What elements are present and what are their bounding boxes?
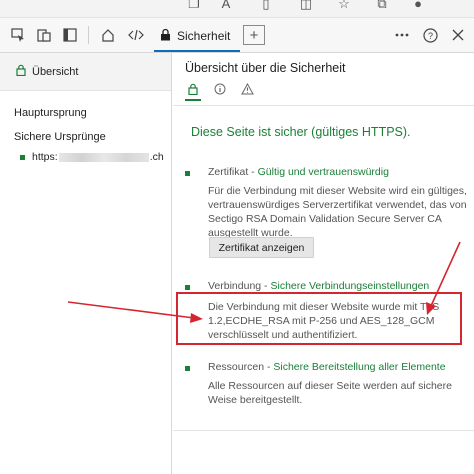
lock-status-icon[interactable] xyxy=(185,83,201,101)
inspect-icon[interactable] xyxy=(8,25,28,45)
help-icon[interactable]: ? xyxy=(420,25,440,45)
main-origin-heading: Hauptursprung xyxy=(14,107,87,119)
devtools-window: ❐ À ▯ ◫ ☆ ⧉ ● Sicherheit + ? Übersicht … xyxy=(0,0,474,474)
close-icon[interactable] xyxy=(448,25,468,45)
secure-origins-heading: Sichere Ursprünge xyxy=(14,131,106,143)
certificate-status: Gültig und vertrauenswürdig xyxy=(257,166,389,178)
view-certificate-button[interactable]: Zertifikat anzeigen xyxy=(209,237,314,258)
certificate-description: Für die Verbindung mit dieser Website wi… xyxy=(208,185,467,239)
redacted-hostname xyxy=(58,152,149,162)
read-aloud-icon[interactable]: ❐ xyxy=(186,0,202,12)
warning-icon[interactable] xyxy=(239,82,255,101)
more-icon[interactable] xyxy=(392,25,412,45)
browser-toolbar-strip: ❐ À ▯ ◫ ☆ ⧉ ● xyxy=(0,0,474,18)
sidebar-item-overview[interactable]: Übersicht xyxy=(0,53,171,91)
certificate-separator: - xyxy=(248,166,258,178)
connection-label: Verbindung xyxy=(208,280,262,292)
resources-separator: - xyxy=(264,361,274,373)
split-screen-icon[interactable]: ▯ xyxy=(258,0,274,12)
svg-text:?: ? xyxy=(427,31,432,41)
lock-icon xyxy=(16,64,26,79)
favorites-star-icon[interactable]: ☆ xyxy=(336,0,352,12)
sidebar-overview-label: Übersicht xyxy=(32,65,79,78)
collections-icon[interactable]: ⧉ xyxy=(374,0,390,12)
secure-status-banner: Diese Seite ist sicher (gültiges HTTPS). xyxy=(191,125,411,139)
annotation-highlight-box xyxy=(176,292,462,345)
connection-status: Sichere Verbindungseinstellungen xyxy=(270,280,430,292)
devtools-toolbar: Sicherheit + ? xyxy=(0,18,474,53)
tab-security-label: Sicherheit xyxy=(177,29,231,43)
origin-prefix: https: xyxy=(32,151,58,163)
panel-bottom-divider xyxy=(173,430,474,431)
device-emulation-icon[interactable] xyxy=(34,25,54,45)
resources-description: Alle Ressourcen auf dieser Seite werden … xyxy=(208,380,452,406)
lock-icon xyxy=(160,28,171,44)
text-icon[interactable]: À xyxy=(218,0,234,12)
certificate-heading: Zertifikat - Gültig und vertrauenswürdig xyxy=(208,166,389,178)
security-sidebar: Übersicht Hauptursprung Sichere Ursprüng… xyxy=(0,53,172,474)
resources-heading: Ressourcen - Sichere Bereitstellung alle… xyxy=(208,361,446,373)
tab-security[interactable]: Sicherheit xyxy=(154,22,240,52)
certificate-label: Zertifikat xyxy=(208,166,249,178)
overview-icon-tabs xyxy=(185,82,474,101)
resources-label: Ressourcen xyxy=(208,361,265,373)
dock-icon[interactable] xyxy=(60,25,80,45)
sidebar-item-origin[interactable]: https: .ch xyxy=(20,151,164,163)
profile-icon[interactable]: ● xyxy=(410,0,426,12)
favorites-icon[interactable]: ◫ xyxy=(298,0,314,12)
secure-dot-icon xyxy=(20,154,25,160)
toolbar-divider xyxy=(88,26,89,44)
source-code-icon[interactable] xyxy=(126,25,146,45)
secure-dot-icon xyxy=(185,171,190,176)
info-icon[interactable] xyxy=(212,83,228,101)
resources-section: Ressourcen - Sichere Bereitstellung alle… xyxy=(185,361,470,421)
page-title: Übersicht über die Sicherheit xyxy=(185,61,346,75)
add-tab-icon[interactable]: + xyxy=(243,25,265,45)
home-icon[interactable] xyxy=(98,25,118,45)
origin-suffix: .ch xyxy=(149,151,164,163)
connection-heading: Verbindung - Sichere Verbindungseinstell… xyxy=(208,280,429,292)
security-overview-panel: Übersicht über die Sicherheit Diese Seit… xyxy=(173,53,474,474)
header-divider xyxy=(173,105,474,106)
resources-status: Sichere Bereitstellung aller Elemente xyxy=(273,361,446,373)
secure-dot-icon xyxy=(185,366,190,371)
secure-dot-icon xyxy=(185,285,190,290)
